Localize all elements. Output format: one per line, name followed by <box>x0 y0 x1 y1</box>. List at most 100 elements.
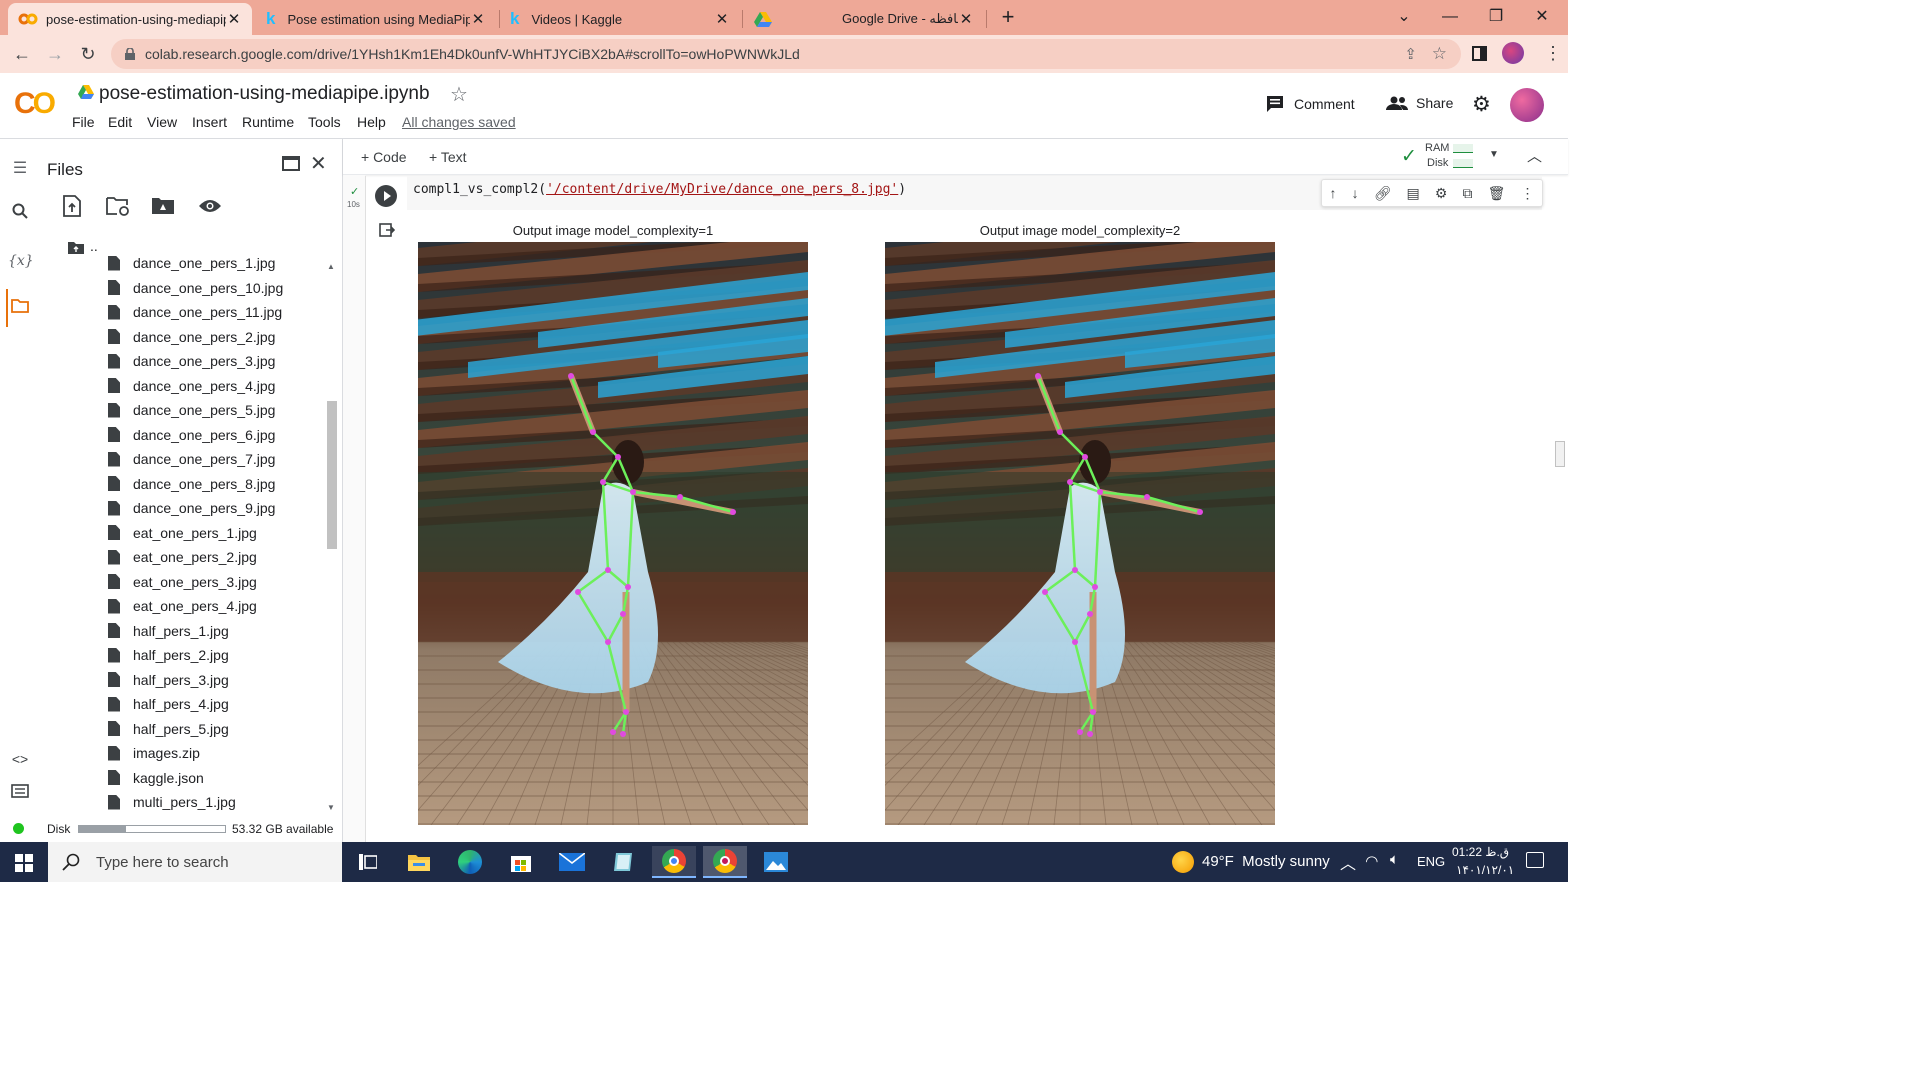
share-page-icon[interactable]: ⇪ <box>1404 45 1417 63</box>
file-list-item[interactable]: eat_one_pers_3.jpg <box>108 571 257 593</box>
run-cell-button[interactable] <box>375 185 397 207</box>
clock-time[interactable]: 01:22 ق.ظ <box>1452 845 1509 859</box>
file-list-item[interactable]: eat_one_pers_2.jpg <box>108 546 257 568</box>
browser-tab-kaggle-videos[interactable]: k Videos | Kaggle ✕ <box>500 3 740 35</box>
collapse-header-chevron-icon[interactable]: ︿ <box>1527 145 1542 166</box>
windows-start-icon[interactable] <box>15 854 33 872</box>
upload-file-icon[interactable] <box>63 195 81 217</box>
browser-tab-drive[interactable]: Google Drive - حافظه ✕ <box>744 3 984 35</box>
weather-sun-icon[interactable] <box>1172 851 1194 873</box>
file-list-item[interactable]: dance_one_pers_2.jpg <box>108 326 275 348</box>
file-list-item[interactable]: half_pers_3.jpg <box>108 669 229 691</box>
comment-cell-icon[interactable]: ▤ <box>1407 185 1420 202</box>
parent-folder-icon[interactable] <box>67 241 85 255</box>
files-folder-icon[interactable] <box>8 297 32 321</box>
save-status[interactable]: All changes saved <box>402 114 516 130</box>
page-scrollbar[interactable] <box>1555 441 1565 467</box>
variables-icon[interactable]: {x} <box>8 249 34 273</box>
scroll-down-arrow[interactable]: ▼ <box>327 803 335 812</box>
show-hidden-eye-icon[interactable] <box>198 198 222 214</box>
file-list-item[interactable]: dance_one_pers_6.jpg <box>108 424 275 446</box>
close-tab-icon[interactable]: ✕ <box>470 10 486 28</box>
notepad-app-icon[interactable] <box>601 846 645 878</box>
chrome-profile-icon[interactable] <box>703 846 747 878</box>
file-list-item[interactable]: dance_one_pers_4.jpg <box>108 375 275 397</box>
file-list-item[interactable]: images.zip <box>108 742 200 764</box>
cell-settings-gear-icon[interactable]: ⚙ <box>1435 185 1448 202</box>
show-hidden-icons-chevron[interactable]: ︿ <box>1340 850 1356 874</box>
menu-runtime[interactable]: Runtime <box>242 114 294 130</box>
file-list-item[interactable]: dance_one_pers_7.jpg <box>108 448 275 470</box>
back-arrow-icon[interactable]: ← <box>9 41 35 67</box>
share-button[interactable]: Share <box>1386 95 1453 111</box>
browser-tab-colab[interactable]: pose-estimation-using-mediapip ✕ <box>8 3 252 35</box>
scroll-up-arrow[interactable]: ▲ <box>327 262 335 271</box>
add-code-button[interactable]: + Code <box>361 149 407 165</box>
forward-arrow-icon[interactable]: → <box>42 41 68 67</box>
menu-edit[interactable]: Edit <box>108 114 132 130</box>
close-window-button[interactable]: ✕ <box>1522 4 1562 30</box>
star-icon[interactable]: ☆ <box>450 82 468 107</box>
table-of-contents-icon[interactable]: ☰ <box>8 157 32 181</box>
file-list-scrollbar[interactable] <box>327 401 337 549</box>
move-down-arrow-icon[interactable]: ↓ <box>1352 185 1359 201</box>
account-avatar[interactable] <box>1510 88 1544 122</box>
file-list-item[interactable]: dance_one_pers_3.jpg <box>108 350 275 372</box>
menu-tools[interactable]: Tools <box>308 114 341 130</box>
file-list-item[interactable]: half_pers_2.jpg <box>108 644 229 666</box>
mount-drive-icon[interactable] <box>151 197 175 215</box>
file-list-item[interactable]: dance_one_pers_8.jpg <box>108 473 275 495</box>
file-list-item[interactable]: kaggle.json <box>108 767 204 789</box>
refresh-folder-icon[interactable] <box>106 196 130 216</box>
reload-icon[interactable]: ↻ <box>75 41 101 67</box>
menu-insert[interactable]: Insert <box>192 114 227 130</box>
volume-icon[interactable]: 🔈︎ <box>1390 851 1399 868</box>
mirror-cell-icon[interactable]: ⧉ <box>1463 185 1473 202</box>
menu-view[interactable]: View <box>147 114 177 130</box>
side-panel-icon[interactable] <box>1472 46 1487 61</box>
new-tab-button[interactable]: + <box>996 5 1020 29</box>
colab-logo[interactable]: CO <box>14 87 56 121</box>
file-list-item[interactable]: multi_pers_1.jpg <box>108 791 236 813</box>
menu-file[interactable]: File <box>72 114 95 130</box>
more-vert-icon[interactable]: ⋮ <box>1520 185 1534 202</box>
task-view-icon[interactable] <box>346 846 390 878</box>
add-text-button[interactable]: + Text <box>429 149 467 165</box>
file-list-item[interactable]: eat_one_pers_1.jpg <box>108 522 257 544</box>
chrome-menu-icon[interactable]: ⋮ <box>1544 43 1562 64</box>
bookmark-star-icon[interactable]: ☆ <box>1432 44 1447 64</box>
resources-dropdown-icon[interactable]: ▼ <box>1489 149 1499 160</box>
file-list-item[interactable]: dance_one_pers_11.jpg <box>108 301 282 323</box>
mail-icon[interactable] <box>550 846 594 878</box>
comment-button[interactable]: Comment <box>1266 95 1355 113</box>
settings-gear-icon[interactable]: ⚙ <box>1472 92 1491 117</box>
code-snippets-icon[interactable]: <> <box>8 747 32 771</box>
output-menu-icon[interactable] <box>379 223 396 237</box>
browser-tab-kaggle-pose[interactable]: k Pose estimation using MediaPipe ✕ <box>256 3 496 35</box>
restore-button[interactable]: ❐ <box>1476 4 1516 30</box>
close-tab-icon[interactable]: ✕ <box>226 10 242 28</box>
minimize-button[interactable]: — <box>1430 4 1470 30</box>
photos-app-icon[interactable] <box>754 846 798 878</box>
file-list-item[interactable]: half_pers_4.jpg <box>108 693 229 715</box>
weather-text[interactable]: 49°F Mostly sunny <box>1202 853 1330 870</box>
file-list-item[interactable]: dance_one_pers_1.jpg <box>108 252 275 274</box>
menu-help[interactable]: Help <box>357 114 386 130</box>
notebook-title[interactable]: pose-estimation-using-mediapipe.ipynb <box>99 83 430 105</box>
close-panel-icon[interactable]: ✕ <box>310 151 327 176</box>
command-palette-icon[interactable] <box>8 782 32 806</box>
close-tab-icon[interactable]: ✕ <box>714 10 730 28</box>
move-up-arrow-icon[interactable]: ↑ <box>1330 185 1337 201</box>
microsoft-store-icon[interactable] <box>499 846 543 878</box>
file-explorer-icon[interactable] <box>397 846 441 878</box>
tab-search-icon[interactable]: ⌄ <box>1384 4 1424 30</box>
notifications-icon[interactable] <box>1526 852 1544 868</box>
file-list-item[interactable]: eat_one_pers_4.jpg <box>108 595 257 617</box>
close-tab-icon[interactable]: ✕ <box>958 10 974 28</box>
search-icon[interactable] <box>8 203 32 227</box>
delete-trash-icon[interactable]: 🗑︎ <box>1488 185 1506 202</box>
file-list-item[interactable]: dance_one_pers_5.jpg <box>108 399 275 421</box>
profile-avatar[interactable] <box>1502 42 1524 64</box>
file-list-item[interactable]: half_pers_1.jpg <box>108 620 229 642</box>
file-list-item[interactable]: dance_one_pers_10.jpg <box>108 277 283 299</box>
